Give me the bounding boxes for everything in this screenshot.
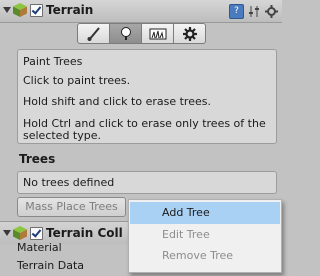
tool-details-button[interactable] [141,23,174,44]
menu-item-add-tree[interactable]: Add Tree [130,202,280,224]
settings-gear-icon[interactable] [265,4,278,18]
menu-item-label: Remove Tree [162,249,234,262]
grass-icon [149,28,166,39]
terrain-component-header: Terrain ? [0,0,282,23]
settings-gear-icon [182,26,197,41]
tool-trees-button[interactable] [109,23,142,44]
terrain-cube-icon [13,226,27,240]
field-label-material: Material [17,241,62,254]
menu-item-edit-tree[interactable]: Edit Tree [130,224,280,246]
field-label-terrain-data: Terrain Data [17,259,84,272]
terrain-cube-icon [13,3,27,17]
tree-list-empty-text: No trees defined [23,176,115,189]
foldout-arrow-icon[interactable] [3,230,11,236]
terrain-tool-toolbar [77,23,206,44]
paint-trees-info-box: Paint Trees Click to paint trees. Hold s… [17,49,277,144]
info-line: Click to paint trees. [23,74,131,87]
tree-context-menu: Add Tree Edit Tree Remove Tree [128,199,282,273]
tool-paint-button[interactable] [77,23,110,44]
menu-item-remove-tree[interactable]: Remove Tree [130,245,280,267]
menu-item-label: Edit Tree [162,228,210,241]
info-heading: Paint Trees [23,55,83,68]
header-icons: ? [229,3,278,19]
help-book-icon[interactable]: ? [229,3,244,19]
menu-item-label: Add Tree [162,206,210,219]
foldout-arrow-icon[interactable] [3,7,11,13]
component-title: Terrain Coll [46,226,123,240]
component-title: Terrain [46,3,94,17]
enable-checkbox[interactable] [30,4,43,17]
enable-checkbox[interactable] [30,227,43,240]
trees-section-title: Trees [19,152,56,166]
info-line: selected type. [23,129,101,142]
tool-settings-button[interactable] [173,23,206,44]
tree-list[interactable]: No trees defined [17,171,277,194]
info-line: Hold shift and click to erase trees. [23,95,211,108]
tree-icon [120,26,131,40]
preset-sliders-icon[interactable] [248,5,261,18]
paint-brush-icon [87,26,100,41]
mass-place-trees-button[interactable]: Mass Place Trees [17,197,126,217]
